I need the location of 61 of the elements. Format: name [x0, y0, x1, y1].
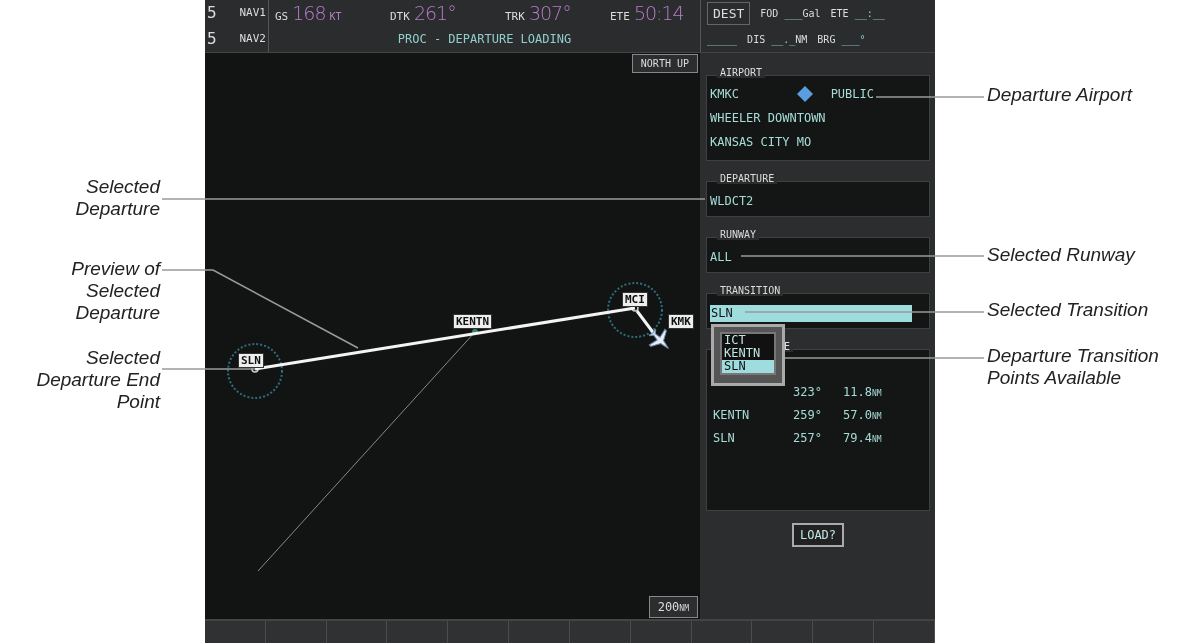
dest-label: DEST	[707, 1, 751, 25]
distance-value: 79.4NM	[843, 430, 883, 445]
status-message: PROC - DEPARTURE LOADING	[396, 31, 573, 48]
com-frequency-digit: 5	[206, 2, 218, 24]
field-value: 307°	[528, 2, 571, 24]
runway-value[interactable]: ALL	[710, 250, 732, 264]
box-title: AIRPORT	[717, 67, 766, 78]
popup-item[interactable]: SLN	[722, 360, 774, 373]
waypoint-label: SLN	[238, 353, 264, 368]
waypoint-ring-icon	[607, 282, 663, 338]
field-label: DTK	[390, 10, 410, 23]
field-label: ETE	[610, 10, 630, 23]
field-label: GS	[275, 10, 289, 23]
airport-diamond-icon	[796, 86, 813, 102]
box-title: DEPARTURE	[717, 173, 778, 184]
dest-field: BRG ___°	[817, 33, 866, 45]
field-label: TRK	[505, 10, 525, 23]
callout-label: Selected Runway	[987, 244, 1135, 266]
course-value: 257°	[793, 430, 823, 445]
waypoint-label: KENTN	[453, 314, 493, 329]
course-value: 323°	[793, 384, 823, 399]
waypoint-name: SLN	[713, 430, 736, 445]
load-button[interactable]: LOAD?	[791, 523, 845, 547]
box-title: RUNWAY	[717, 229, 760, 240]
dest-field: _____	[707, 33, 738, 45]
dest-field: ETE __:__	[830, 7, 885, 19]
transition-field[interactable]: SLN	[710, 304, 912, 322]
dest-field: DIS __._NM	[747, 33, 808, 45]
callout-label: Preview of Selected Departure	[70, 258, 160, 324]
unit-label: KT	[329, 11, 342, 22]
field-value: 168	[292, 2, 326, 24]
popup-item[interactable]: KENTN	[722, 347, 774, 360]
departure-value[interactable]: WLDCT2	[710, 194, 754, 208]
waypoint-label: MCI	[622, 292, 648, 307]
waypoint-ring-icon	[227, 343, 283, 399]
callout-label: Departure Airport	[987, 84, 1133, 106]
airport-type: PUBLIC	[830, 87, 874, 101]
waypoint-icon	[472, 329, 478, 335]
callout-label: Departure Transition Points Available	[987, 345, 1159, 389]
callout-label: Selected Departure	[74, 176, 160, 220]
distance-value: 11.8NM	[843, 384, 883, 399]
field-value: 50:14	[633, 2, 684, 24]
com-frequency-digit: 5	[206, 28, 218, 50]
airport-city: KANSAS CITY MO	[710, 135, 812, 149]
airport-ident: KMKC	[710, 87, 739, 101]
map-scale: 200NM	[648, 596, 698, 618]
dest-field: FOD ___Gal	[760, 7, 821, 19]
popup-item[interactable]: ICT	[722, 334, 774, 347]
course-value: 259°	[793, 407, 823, 422]
waypoint-name: KENTN	[713, 407, 751, 422]
box-title: TRANSITION	[717, 285, 784, 296]
nav-label: NAV1	[238, 5, 267, 21]
waypoint-label: KMK	[668, 314, 694, 329]
field-value: 261°	[413, 2, 456, 24]
callout-label: Selected Transition	[987, 299, 1149, 321]
callout-label: Selected Departure End Point	[35, 347, 160, 413]
distance-value: 57.0NM	[843, 407, 883, 422]
airport-name: WHEELER DOWNTOWN	[710, 111, 826, 125]
orientation-label: NORTH UP	[631, 54, 698, 73]
airplane-icon	[648, 328, 669, 349]
nav-label: NAV2	[238, 31, 267, 47]
